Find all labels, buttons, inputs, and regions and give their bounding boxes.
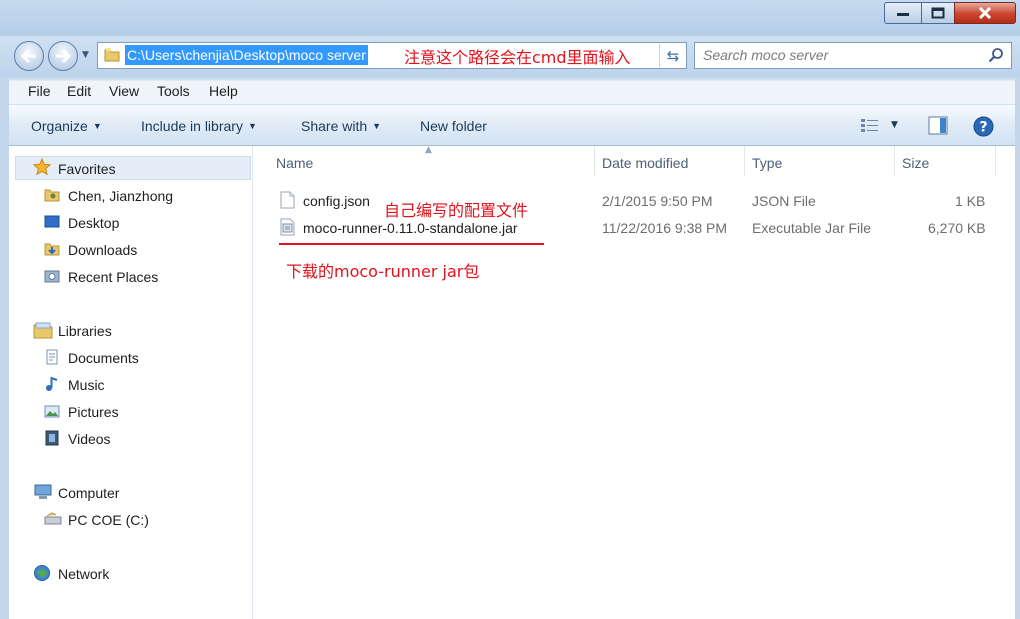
music-icon [46, 376, 58, 391]
file-date: 11/22/2016 9:38 PM [602, 220, 728, 236]
minimize-button[interactable] [884, 2, 922, 24]
pictures-icon [44, 405, 60, 418]
new-folder-button[interactable]: New folder [420, 118, 487, 134]
organize-label: Organize [31, 118, 88, 134]
nav-item-downloads[interactable]: Downloads [68, 242, 137, 258]
menu-view[interactable]: View [109, 83, 139, 99]
column-header-name[interactable]: Name [276, 155, 313, 171]
close-icon [978, 7, 992, 19]
file-size: 6,270 KB [928, 220, 986, 236]
window-frame-right [1015, 78, 1020, 619]
minimize-icon [897, 13, 909, 16]
folder-icon [104, 48, 120, 62]
file-name[interactable]: moco-runner-0.11.0-standalone.jar [303, 220, 518, 236]
nav-item-videos[interactable]: Videos [68, 431, 111, 447]
menu-tools[interactable]: Tools [157, 83, 190, 99]
nav-favorites[interactable]: Favorites [58, 161, 116, 177]
search-placeholder: Search moco server [703, 47, 829, 63]
drive-icon [44, 512, 62, 525]
nav-item-chen-jianzhong[interactable]: Chen, Jianzhong [68, 188, 173, 204]
menu-edit[interactable]: Edit [67, 83, 91, 99]
nav-item-recent-places[interactable]: Recent Places [68, 269, 158, 285]
maximize-button[interactable] [921, 2, 955, 24]
menu-help[interactable]: Help [209, 83, 238, 99]
forward-button[interactable] [48, 41, 78, 71]
address-path[interactable]: C:\Users\chenjia\Desktop\moco server [125, 45, 368, 65]
videos-icon [45, 430, 59, 446]
jar-annotation: 下载的moco-runner jar包 [286, 262, 480, 281]
arrow-right-icon [56, 49, 71, 63]
include-in-library-label: Include in library [141, 118, 243, 134]
computer-icon [34, 484, 52, 499]
view-options-icon[interactable] [860, 118, 880, 134]
file-type: JSON File [752, 193, 816, 209]
nav-item-pc-coe-c[interactable]: PC COE (C:) [68, 512, 149, 528]
share-with-button[interactable]: Share with ▼ [301, 118, 381, 134]
close-button[interactable] [954, 2, 1016, 24]
user-folder-icon [44, 189, 60, 202]
column-header-size[interactable]: Size [902, 155, 929, 171]
column-divider[interactable] [995, 146, 996, 176]
back-button[interactable] [14, 41, 44, 71]
refresh-button[interactable]: ⇆ [659, 44, 686, 67]
window-frame-left [0, 78, 9, 619]
column-divider[interactable] [894, 146, 895, 176]
nav-computer[interactable]: Computer [58, 485, 119, 501]
help-icon[interactable]: ? [973, 116, 994, 137]
chevron-down-icon: ▼ [92, 121, 102, 131]
search-icon[interactable] [988, 47, 1004, 63]
chevron-down-icon[interactable]: ▼ [891, 120, 898, 130]
arrow-left-icon [21, 49, 36, 63]
desktop-icon [44, 215, 60, 228]
title-bar [0, 0, 1020, 36]
nav-libraries[interactable]: Libraries [58, 323, 112, 339]
path-annotation: 注意这个路径会在cmd里面输入 [404, 48, 631, 67]
column-header-date-modified[interactable]: Date modified [602, 155, 688, 171]
share-with-label: Share with [301, 118, 368, 134]
include-in-library-button[interactable]: Include in library ▼ [141, 118, 257, 134]
json-file-icon [280, 191, 295, 209]
documents-icon [46, 349, 58, 365]
chevron-down-icon: ▼ [247, 121, 257, 131]
file-name[interactable]: config.json [303, 193, 370, 209]
sort-arrow-icon: ▲ [425, 145, 432, 155]
nav-item-pictures[interactable]: Pictures [68, 404, 119, 420]
refresh-icon: ⇆ [666, 46, 680, 65]
svg-text:?: ? [979, 120, 987, 136]
network-icon [34, 565, 50, 581]
file-size: 1 KB [955, 193, 986, 209]
config-annotation: 自己编写的配置文件 [384, 201, 529, 220]
jar-underline [279, 243, 544, 245]
libraries-icon [33, 322, 53, 339]
nav-item-documents[interactable]: Documents [68, 350, 139, 366]
jar-file-icon [280, 218, 295, 236]
file-type: Executable Jar File [752, 220, 872, 236]
file-date: 2/1/2015 9:50 PM [602, 193, 713, 209]
preview-pane-icon[interactable] [928, 116, 948, 135]
nav-network[interactable]: Network [58, 566, 109, 582]
maximize-icon [931, 7, 945, 19]
star-icon [33, 158, 51, 176]
nav-item-music[interactable]: Music [68, 377, 105, 393]
column-divider[interactable] [594, 146, 595, 176]
organize-button[interactable]: Organize ▼ [31, 118, 102, 134]
column-divider[interactable] [744, 146, 745, 176]
menu-file[interactable]: File [28, 83, 51, 99]
chevron-down-icon: ▼ [372, 121, 382, 131]
chevron-down-icon[interactable]: ▼ [82, 50, 89, 60]
recent-places-icon [44, 270, 60, 283]
nav-item-desktop[interactable]: Desktop [68, 215, 119, 231]
column-header-type[interactable]: Type [752, 155, 782, 171]
downloads-icon [44, 243, 60, 256]
